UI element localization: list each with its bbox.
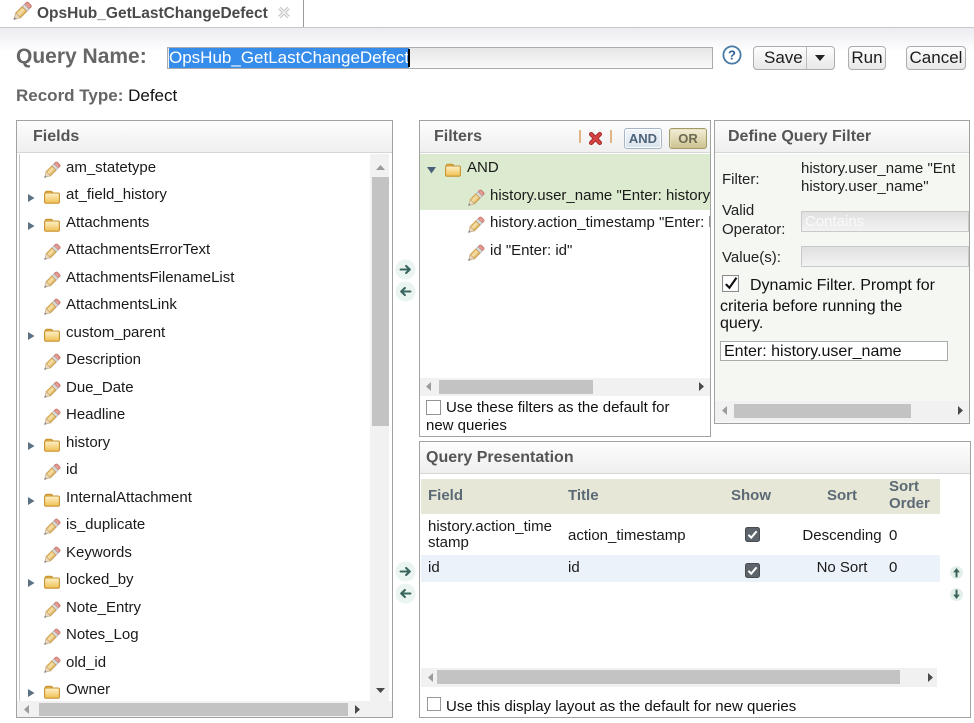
svg-text:?: ?	[728, 48, 736, 63]
